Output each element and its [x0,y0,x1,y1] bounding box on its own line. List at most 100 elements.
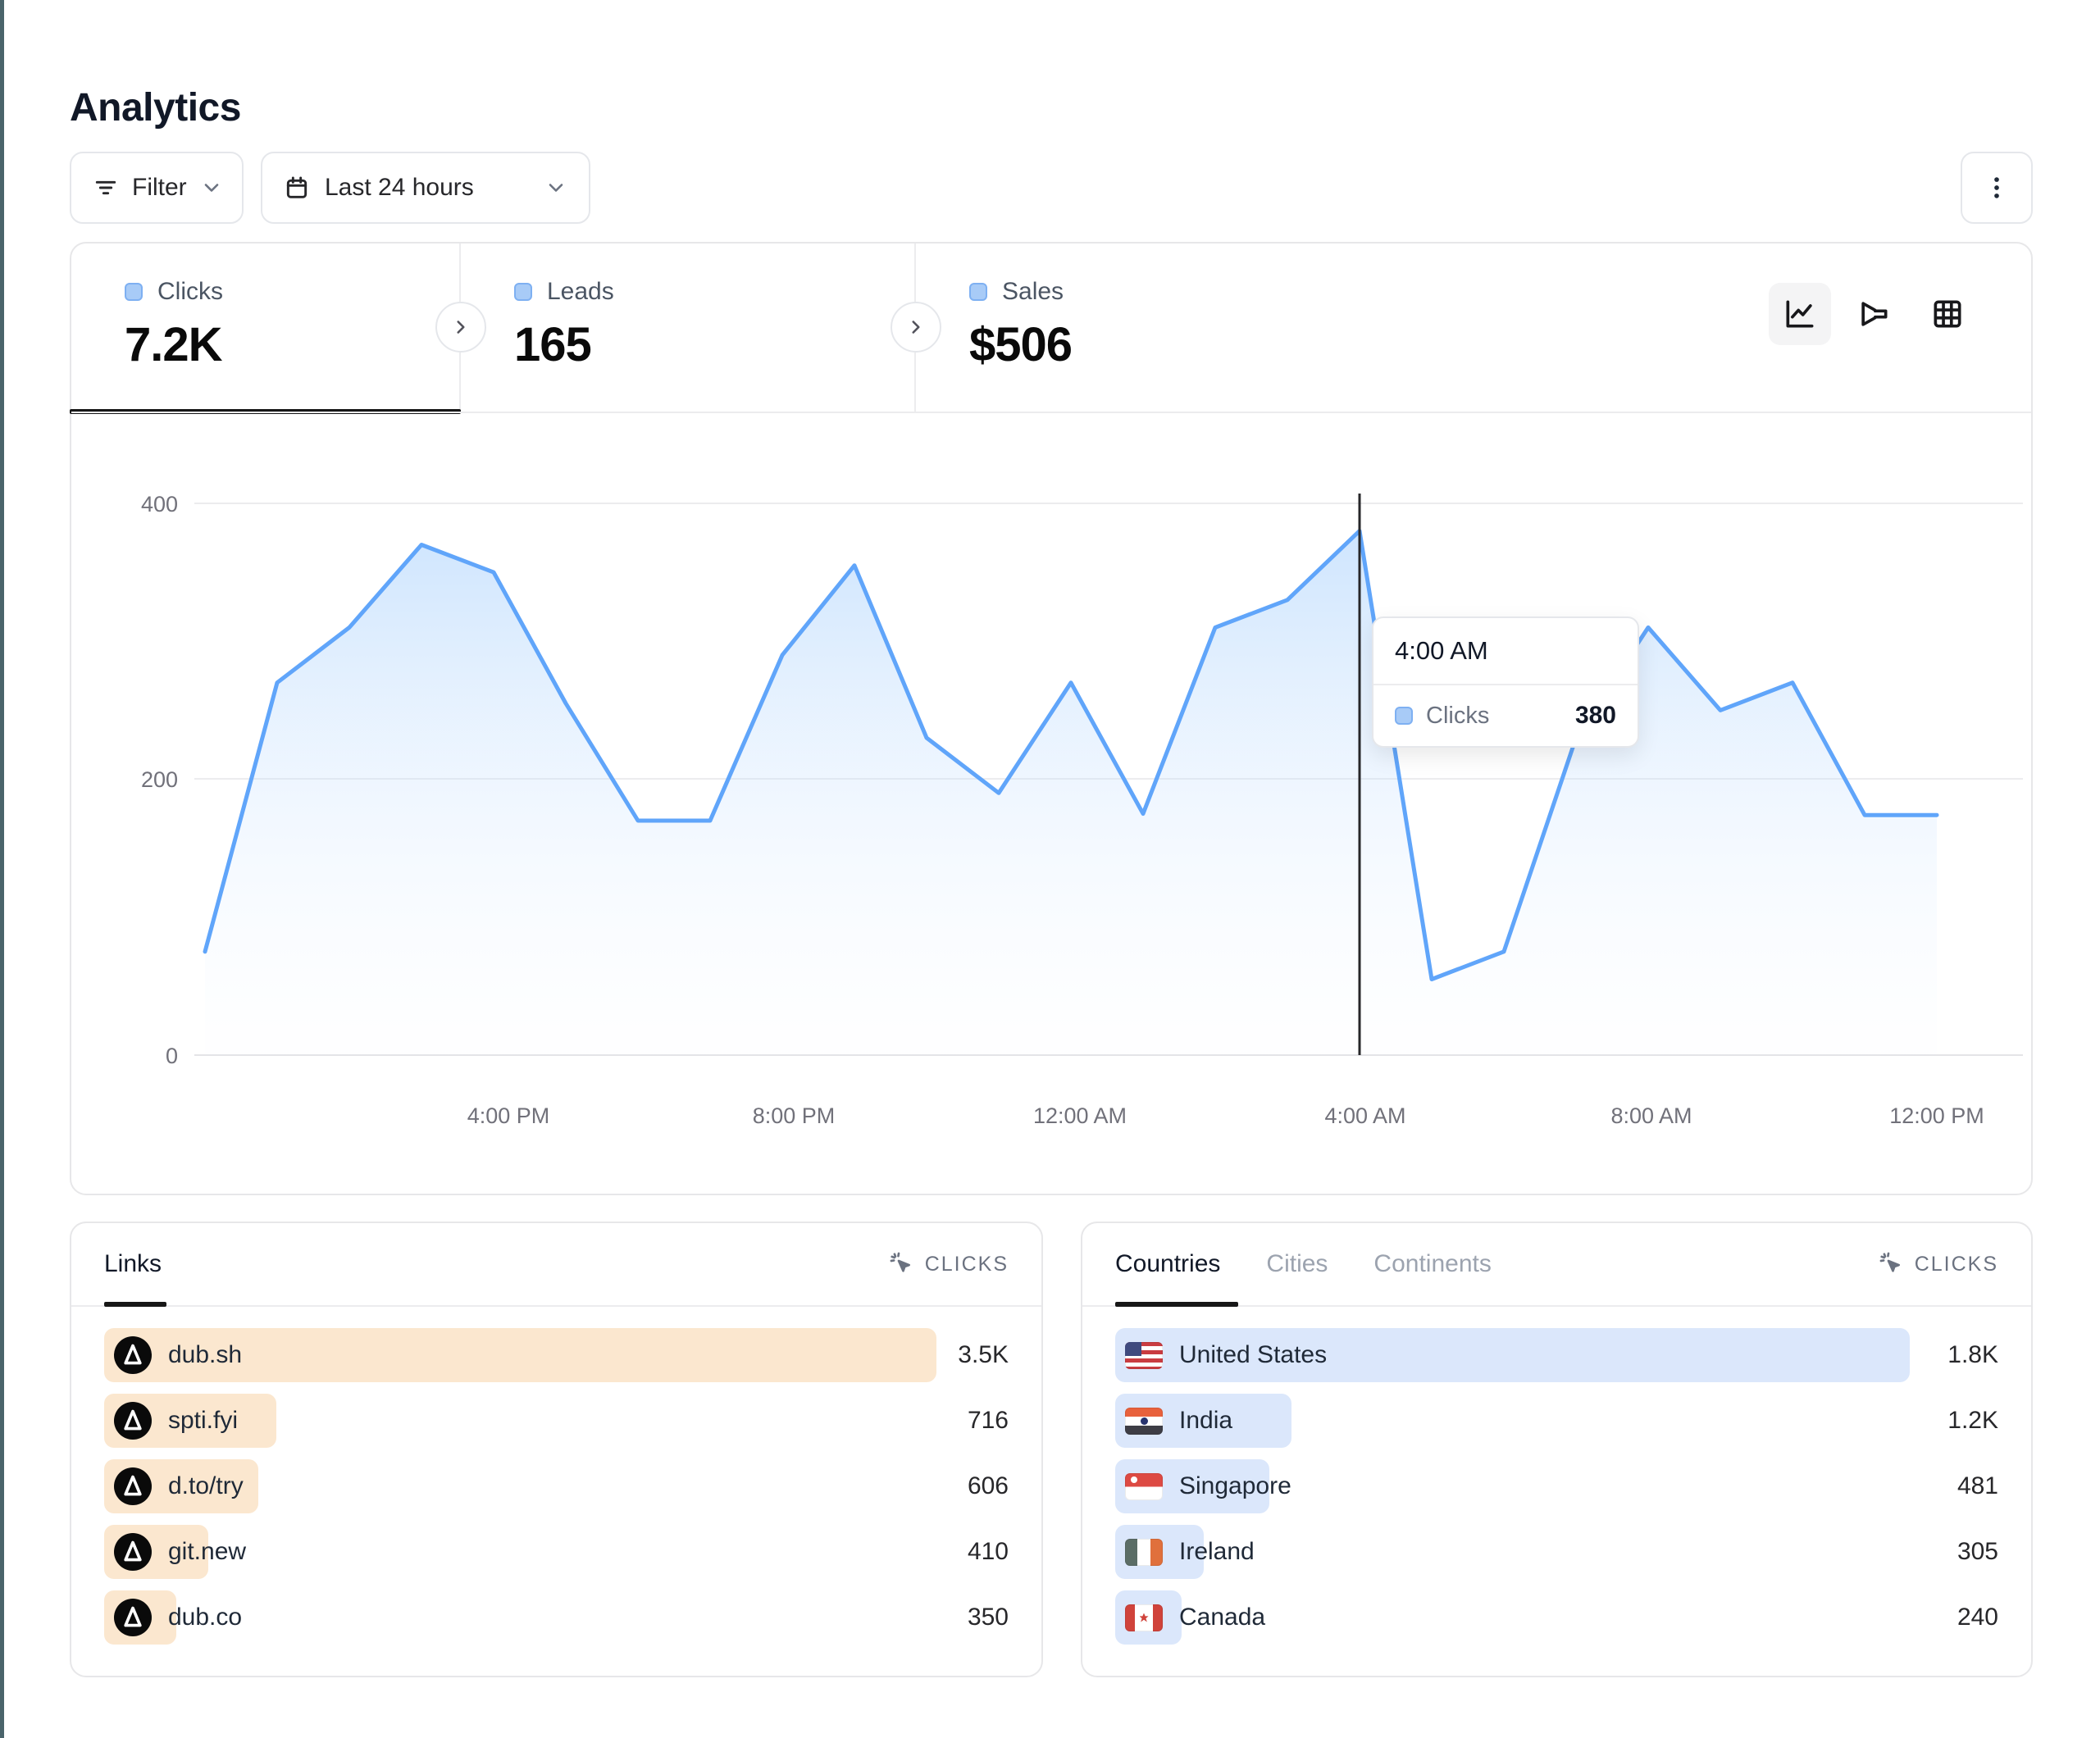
kebab-menu-icon [1983,174,2011,202]
dub-logo-icon [114,1402,152,1440]
x-tick: 8:00 PM [753,1103,836,1128]
chevron-right-icon [450,316,471,338]
dub-logo-icon [114,1467,152,1505]
tab-countries[interactable]: Countries [1115,1250,1220,1278]
metric-selector[interactable]: CLICKS [889,1251,1009,1277]
x-tick: 12:00 PM [1889,1103,1984,1128]
canada-flag-icon [1125,1604,1163,1631]
filter-button-label: Filter [132,174,187,202]
india-flag-icon [1125,1408,1163,1435]
link-bar[interactable]: git.new [104,1525,208,1579]
country-row: United States 1.8K [1115,1328,1998,1382]
clicks-time-series-chart[interactable]: 400 200 0 4:00 PM 8:00 PM 12:00 AM 4:00 … [71,412,2031,1195]
links-panel: Links CLICKS dub.sh 3.5K spti.fyi 716 [70,1222,1043,1677]
metric-selector[interactable]: CLICKS [1879,1251,1998,1277]
metric-label: CLICKS [925,1253,1009,1276]
active-tab-underline [104,1302,166,1307]
country-clicks-value: 481 [1957,1459,1998,1513]
funnel-chart-icon [1856,296,1892,332]
tooltip-value: 380 [1575,702,1616,730]
funnel-chart-toggle-button[interactable] [1843,283,1905,345]
chevron-right-icon [905,316,927,338]
link-clicks-value: 606 [968,1459,1009,1513]
metric-label: CLICKS [1915,1253,1998,1276]
y-tick: 200 [141,767,178,792]
link-clicks-value: 3.5K [958,1328,1009,1382]
sales-legend-square-icon [969,283,987,301]
link-clicks-value: 716 [968,1394,1009,1448]
link-row: dub.sh 3.5K [104,1328,1009,1382]
link-row: dub.co 350 [104,1590,1009,1645]
click-cursor-icon [1879,1251,1905,1277]
stats-tab-row: Clicks 7.2K Leads 165 Sales $506 [71,243,2031,412]
country-row: India 1.2K [1115,1394,1998,1448]
countries-panel: Countries Cities Continents CLICKS Unite… [1081,1222,2033,1677]
leads-legend-square-icon [514,283,532,301]
chart-type-toggle-group [1769,283,1979,345]
click-cursor-icon [889,1251,915,1277]
country-clicks-value: 305 [1957,1525,1998,1579]
country-clicks-value: 240 [1957,1590,1998,1645]
stat-value: 7.2K [125,317,459,372]
filter-lines-icon [93,175,119,201]
chart-canvas: 400 200 0 4:00 PM 8:00 PM 12:00 AM 4:00 … [71,412,2031,1195]
tab-continents[interactable]: Continents [1373,1250,1491,1278]
clicks-area-fill [205,531,1937,1055]
analytics-card: Clicks 7.2K Leads 165 Sales $506 [70,242,2033,1195]
tab-leads[interactable]: Leads 165 [461,243,916,412]
country-bar[interactable]: Canada [1115,1590,1182,1645]
date-range-label: Last 24 hours [325,174,474,202]
us-flag-icon [1125,1342,1163,1369]
tab-clicks[interactable]: Clicks 7.2K [71,243,461,412]
link-label: spti.fyi [168,1407,238,1435]
link-label: dub.sh [168,1341,242,1369]
expand-leads-button[interactable] [891,302,941,353]
link-row: git.new 410 [104,1525,1009,1579]
country-bar[interactable]: Ireland [1115,1525,1204,1579]
dub-logo-icon [114,1533,152,1571]
date-range-button[interactable]: Last 24 hours [261,152,590,224]
chart-tooltip: 4:00 AM Clicks 380 [1372,616,1639,748]
tab-cities[interactable]: Cities [1266,1250,1328,1278]
country-label: Canada [1179,1604,1265,1631]
link-clicks-value: 410 [968,1525,1009,1579]
page-title: Analytics [70,85,241,130]
country-bar[interactable]: Singapore [1115,1459,1269,1513]
x-tick: 8:00 AM [1610,1103,1692,1128]
link-bar[interactable]: d.to/try [104,1459,258,1513]
stat-value: 165 [514,317,914,372]
country-label: Ireland [1179,1538,1255,1566]
line-chart-icon [1782,296,1818,332]
country-label: United States [1179,1341,1327,1369]
dub-logo-icon [114,1336,152,1374]
country-row: Canada 240 [1115,1590,1998,1645]
filter-button[interactable]: Filter [70,152,244,224]
link-bar[interactable]: dub.sh [104,1328,936,1382]
tooltip-time-label: 4:00 AM [1373,618,1638,685]
table-view-toggle-button[interactable] [1916,283,1979,345]
link-bar[interactable]: spti.fyi [104,1394,276,1448]
stat-label: Clicks [157,278,223,306]
expand-clicks-button[interactable] [435,302,486,353]
clicks-legend-square-icon [125,283,143,301]
country-clicks-value: 1.8K [1947,1328,1998,1382]
stat-label: Sales [1002,278,1064,306]
link-label: dub.co [168,1604,242,1631]
y-tick: 0 [166,1044,178,1068]
link-label: git.new [168,1538,246,1566]
x-tick: 4:00 PM [467,1103,550,1128]
link-row: spti.fyi 716 [104,1394,1009,1448]
tab-links[interactable]: Links [104,1250,162,1278]
country-bar[interactable]: India [1115,1394,1291,1448]
country-bar[interactable]: United States [1115,1328,1910,1382]
chevron-down-icon [544,176,567,199]
ireland-flag-icon [1125,1539,1163,1566]
table-icon [1929,296,1966,332]
more-options-button[interactable] [1961,152,2033,224]
link-bar[interactable]: dub.co [104,1590,176,1645]
country-clicks-value: 1.2K [1947,1394,1998,1448]
singapore-flag-icon [1125,1473,1163,1500]
line-chart-toggle-button[interactable] [1769,283,1831,345]
page-edge-strip [0,0,4,1738]
clicks-legend-square-icon [1395,707,1413,725]
